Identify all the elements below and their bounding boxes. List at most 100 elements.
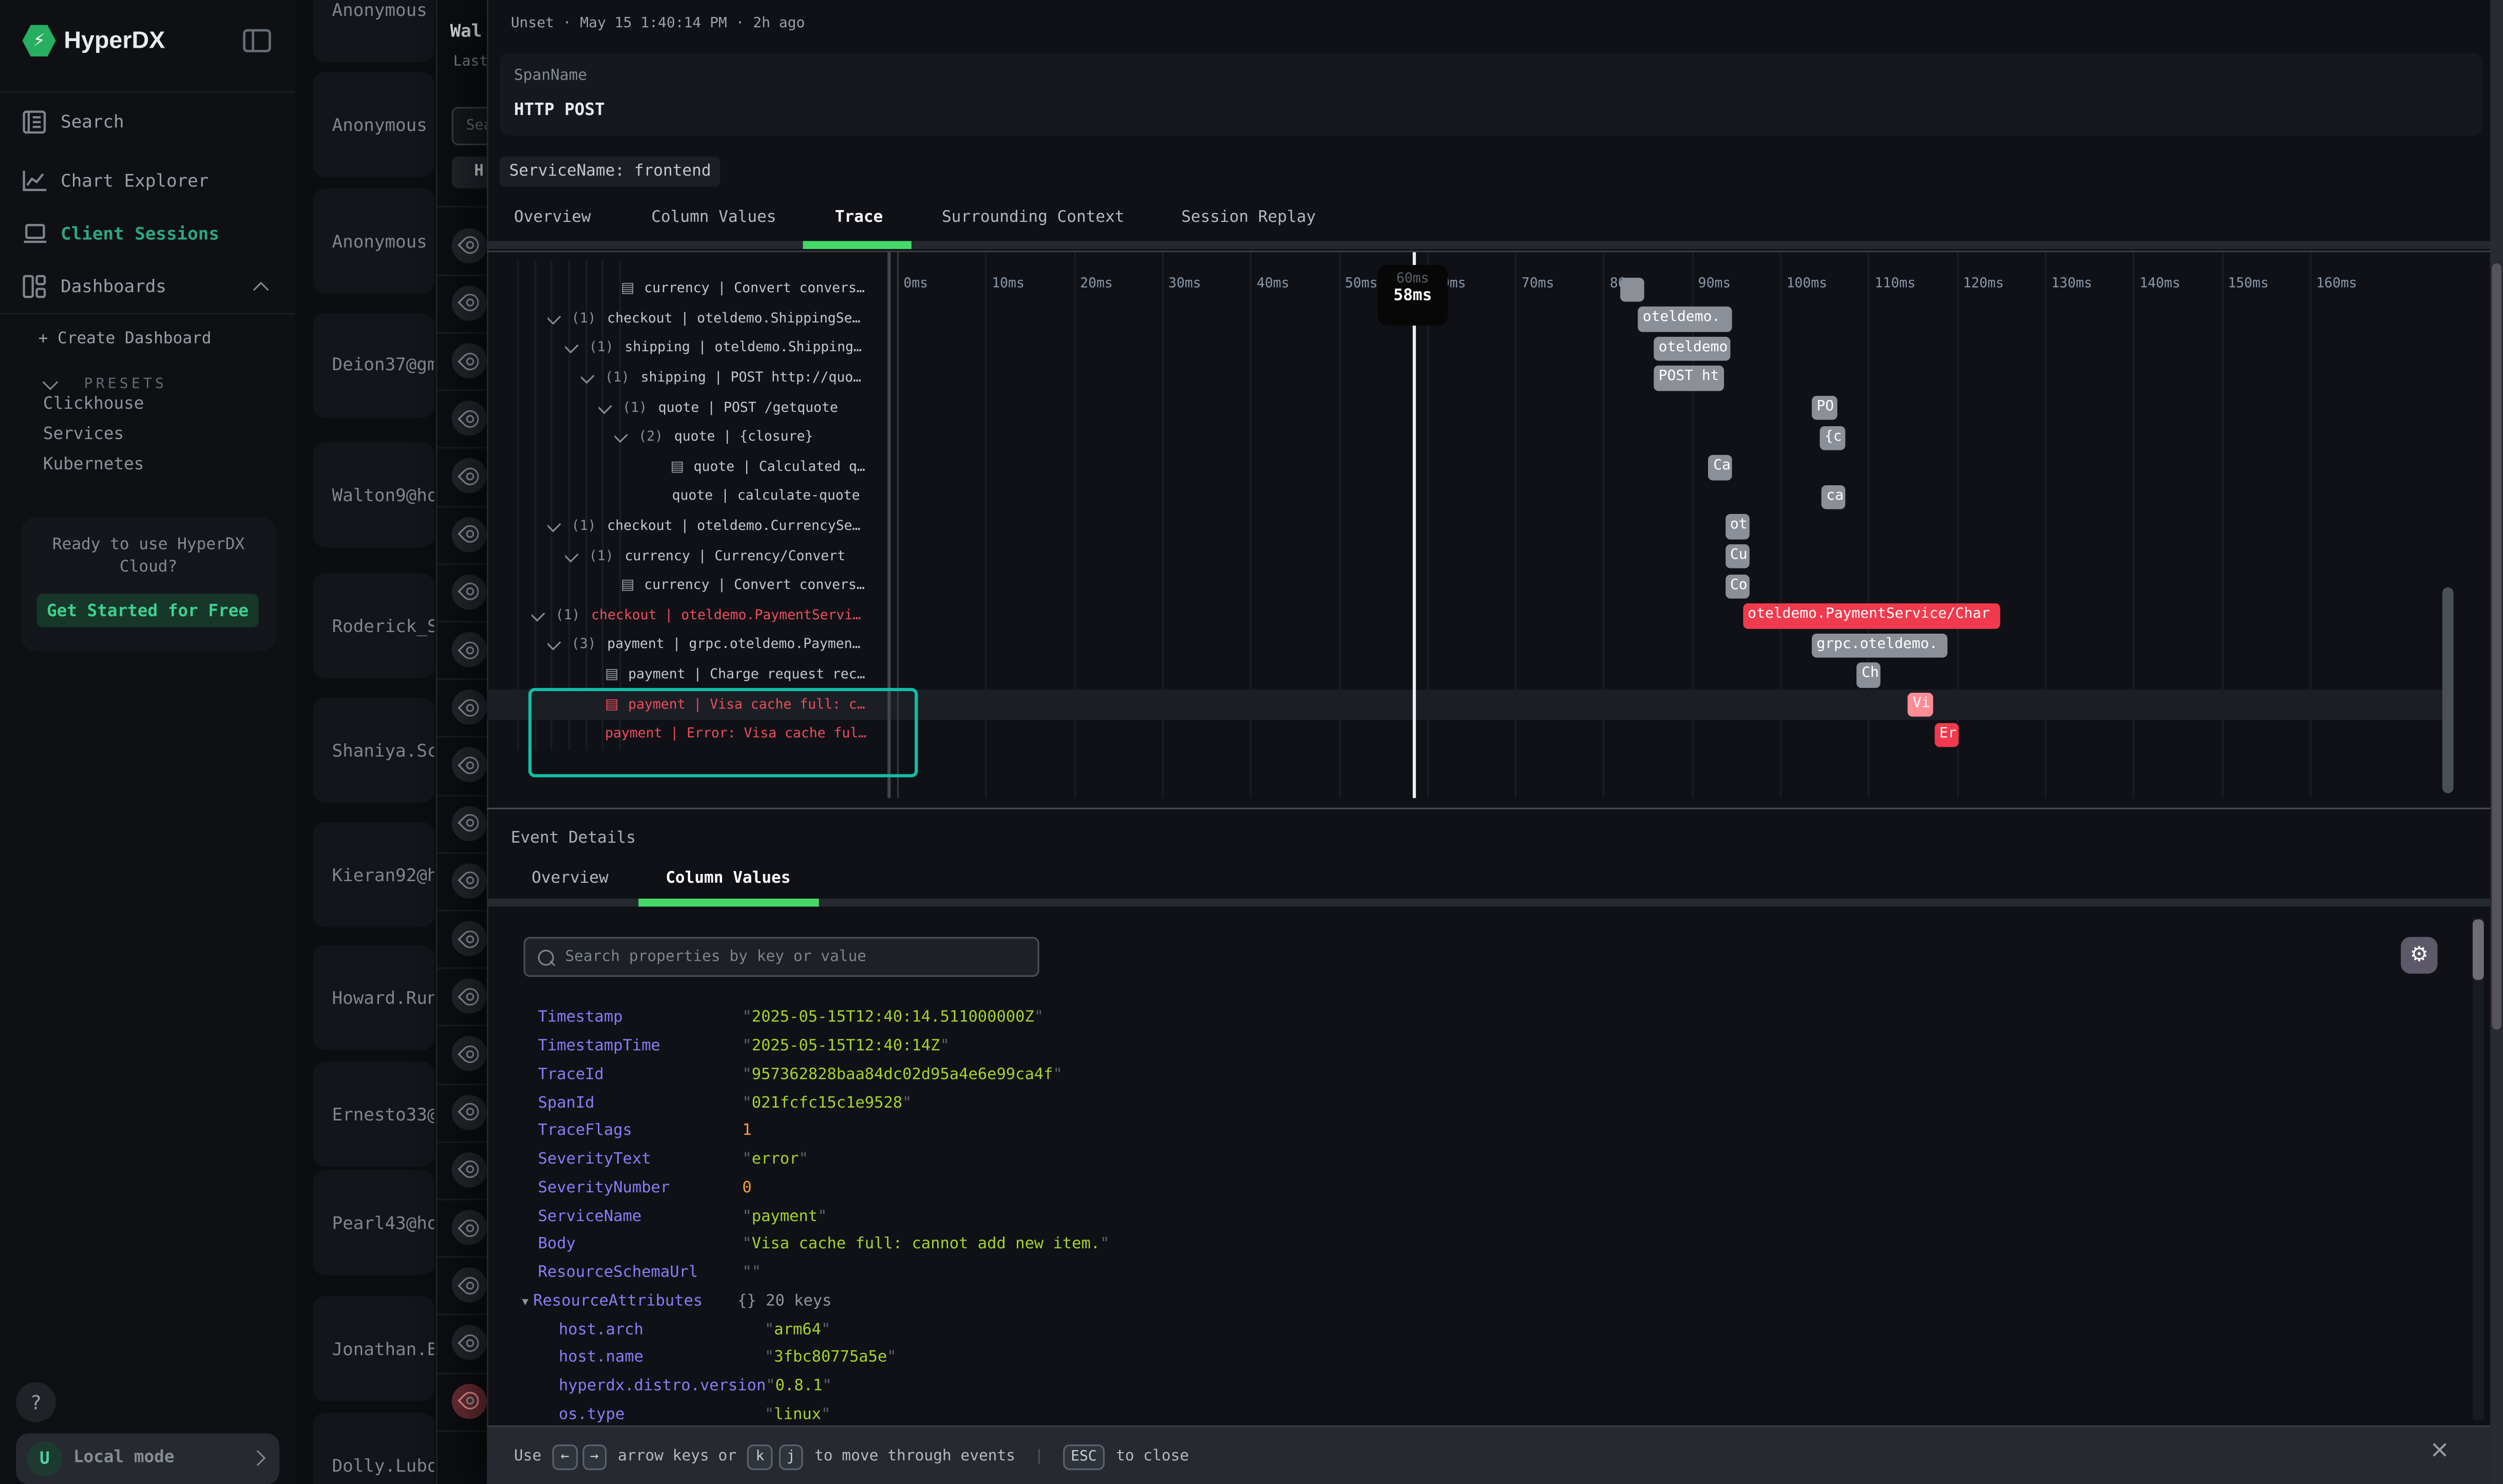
session-card[interactable]: Deion37@gm <box>313 312 434 417</box>
location-pin-event[interactable] <box>452 574 487 609</box>
span-bar[interactable]: Er <box>1935 722 1959 747</box>
span-bar[interactable]: Ca <box>1709 455 1732 480</box>
span-bar[interactable]: Vi <box>1908 693 1933 717</box>
error-pin-event[interactable] <box>452 1383 487 1418</box>
close-icon[interactable]: × <box>2430 1435 2450 1463</box>
session-card[interactable]: Shaniya.Sc <box>313 697 434 803</box>
span-bar[interactable]: oteldemo. <box>1638 307 1732 331</box>
trace-row[interactable]: (1)shipping | oteldemo.Shipping… <box>565 334 861 364</box>
chevron-down-icon[interactable] <box>547 635 561 651</box>
session-card[interactable]: Anonymous <box>313 0 434 62</box>
trace-row[interactable]: (1)checkout | oteldemo.ShippingSe… <box>547 304 860 334</box>
session-card[interactable]: Jonathan.B <box>313 1296 434 1401</box>
location-pin-event[interactable] <box>452 286 487 320</box>
trace-row[interactable]: (1)quote | POST /getquote <box>599 393 838 423</box>
location-pin-event[interactable] <box>452 1325 487 1360</box>
span-bar[interactable]: Ch <box>1857 663 1881 688</box>
sidebar-item-client-sessions[interactable]: Client Sessions <box>0 216 295 251</box>
chevron-down-icon[interactable] <box>532 605 545 621</box>
timeline-cursor[interactable] <box>1413 252 1415 798</box>
service-name-chip[interactable]: ServiceName: frontend <box>500 157 720 187</box>
chevron-down-icon[interactable] <box>565 338 578 354</box>
session-card[interactable]: Anonymous <box>313 72 434 177</box>
trace-row[interactable]: (1)checkout | oteldemo.PaymentServi… <box>532 601 861 631</box>
session-filter-chip[interactable]: H <box>452 157 488 188</box>
chevron-down-icon[interactable] <box>547 309 561 325</box>
chevron-down-icon[interactable] <box>565 546 578 562</box>
location-pin-event[interactable] <box>452 1152 487 1187</box>
trace-row[interactable]: quote | calculate-quote <box>672 482 860 512</box>
property-search-input[interactable]: Search properties by key or value <box>524 937 1039 977</box>
session-card[interactable]: Dolly.Lubo <box>313 1413 434 1484</box>
tab-column-values[interactable]: Column Values <box>666 870 790 887</box>
location-pin-event[interactable] <box>452 632 487 667</box>
span-bar[interactable]: Co <box>1725 574 1750 598</box>
location-pin-event[interactable] <box>452 805 487 840</box>
span-bar[interactable]: ca <box>1822 485 1845 509</box>
location-pin-event[interactable] <box>452 459 487 493</box>
session-search-input[interactable]: Sea <box>452 107 488 145</box>
waterfall-scrollbar-thumb[interactable] <box>2442 587 2454 793</box>
trace-row[interactable]: (3)payment | grpc.oteldemo.Paymen… <box>547 631 860 660</box>
properties-scrollbar-thumb[interactable] <box>2473 919 2484 980</box>
span-bar[interactable] <box>1620 277 1644 301</box>
tab-overview[interactable]: Overview <box>514 209 591 226</box>
create-dashboard-button[interactable]: + Create Dashboard <box>39 330 212 348</box>
sidebar-item-dashboards[interactable]: Dashboards <box>0 268 295 303</box>
span-bar[interactable]: {c <box>1820 425 1846 450</box>
session-card[interactable]: Howard.Run <box>313 945 434 1050</box>
presets-toggle[interactable]: PRESETS <box>45 364 167 394</box>
trace-row[interactable]: (1)checkout | oteldemo.CurrencySe… <box>547 512 860 542</box>
location-pin-event[interactable] <box>452 227 487 262</box>
tab-overview[interactable]: Overview <box>532 870 609 887</box>
location-pin-event[interactable] <box>452 979 487 1014</box>
chevron-down-icon[interactable] <box>599 398 612 414</box>
sidebar-preset-clickhouse[interactable]: Clickhouse <box>43 394 144 413</box>
local-mode-menu[interactable]: U Local mode <box>16 1433 279 1484</box>
drawer-scrollbar-thumb[interactable] <box>2492 263 2501 1030</box>
trace-row[interactable]: ▤payment | Charge request rec… <box>605 660 865 690</box>
location-pin-event[interactable] <box>452 1210 487 1245</box>
location-pin-event[interactable] <box>452 1094 487 1129</box>
location-pin-event[interactable] <box>452 1268 487 1303</box>
help-button[interactable]: ? <box>16 1382 56 1422</box>
span-bar[interactable]: oteldemo.PaymentService/Char <box>1743 603 2001 628</box>
collapse-sidebar-icon[interactable] <box>242 29 271 53</box>
tab-session-replay[interactable]: Session Replay <box>1181 209 1316 226</box>
sidebar-preset-services[interactable]: Services <box>43 425 124 444</box>
trace-row[interactable]: (1)currency | Currency/Convert <box>565 542 845 572</box>
chevron-down-icon[interactable] <box>581 368 594 384</box>
location-pin-event[interactable] <box>452 690 487 725</box>
span-bar[interactable]: grpc.oteldemo. <box>1812 633 1947 658</box>
location-pin-event[interactable] <box>452 748 487 783</box>
session-card[interactable]: Walton9@ho <box>313 442 434 547</box>
property-row-expandable[interactable]: ▾ResourceAttributes{} 20 keys <box>538 1287 832 1316</box>
session-card[interactable]: Kieran92@h <box>313 822 434 927</box>
sidebar-preset-kubernetes[interactable]: Kubernetes <box>43 455 144 474</box>
span-bar[interactable]: PO <box>1812 396 1837 421</box>
location-pin-event[interactable] <box>452 343 487 378</box>
location-pin-event[interactable] <box>452 1037 487 1072</box>
location-pin-event[interactable] <box>452 517 487 551</box>
get-started-button[interactable]: Get Started for Free <box>36 594 258 627</box>
gear-icon[interactable]: ⚙ <box>2401 937 2437 974</box>
trace-row[interactable]: (1)shipping | POST http://quo… <box>581 364 861 393</box>
chevron-down-icon[interactable] <box>615 428 628 444</box>
tab-surrounding-context[interactable]: Surrounding Context <box>942 209 1125 226</box>
span-bar[interactable]: ot <box>1725 515 1750 539</box>
trace-row[interactable]: ▤quote | Calculated q… <box>671 453 865 483</box>
sidebar-item-chart-explorer[interactable]: Chart Explorer <box>0 163 295 198</box>
session-card[interactable]: Anonymous <box>313 188 434 294</box>
trace-row[interactable]: (2)quote | {closure} <box>615 423 813 453</box>
properties-scrollbar-track[interactable] <box>2473 918 2484 1420</box>
chevron-down-icon[interactable] <box>547 517 561 532</box>
tab-trace[interactable]: Trace <box>835 209 883 226</box>
span-bar[interactable]: POST ht <box>1654 366 1724 391</box>
trace-row[interactable]: ▤currency | Convert convers… <box>621 572 865 601</box>
expand-caret-icon[interactable]: ▾ <box>522 1295 528 1309</box>
trace-row[interactable]: ▤currency | Convert convers… <box>621 275 865 305</box>
location-pin-event[interactable] <box>452 921 487 956</box>
session-card[interactable]: Ernesto33@ <box>313 1061 434 1167</box>
sidebar-item-search[interactable]: Search <box>0 104 295 139</box>
session-card[interactable]: Roderick_S <box>313 573 434 678</box>
